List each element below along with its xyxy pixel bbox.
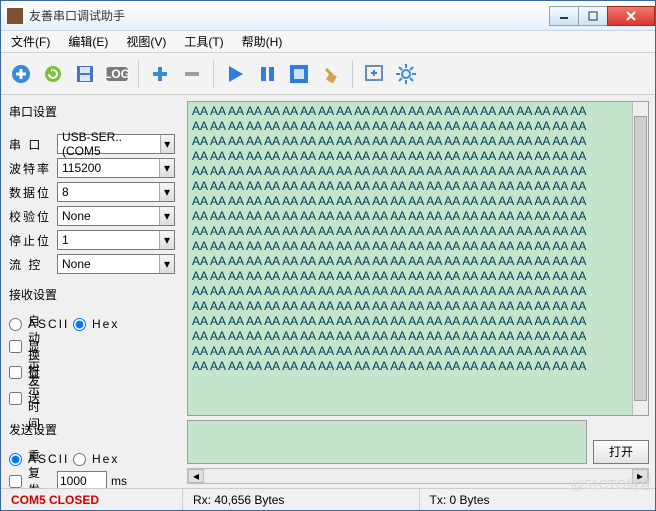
settings-icon[interactable] (392, 58, 420, 90)
maximize-button[interactable] (578, 6, 608, 26)
play-icon[interactable] (221, 58, 249, 90)
send-hex-radio[interactable]: Hex (73, 452, 117, 466)
port-combo[interactable]: USB-SER.. (COM5▾ (57, 134, 175, 154)
interval-spin[interactable]: 1000 (57, 471, 107, 488)
open-button[interactable]: 打开 (593, 440, 649, 464)
chevron-down-icon[interactable]: ▾ (159, 255, 174, 273)
stop-icon[interactable] (285, 58, 313, 90)
separator-icon (213, 60, 214, 88)
log-icon[interactable]: LOG (103, 58, 131, 90)
titlebar: 友善串口调试助手 (1, 1, 655, 31)
menu-view[interactable]: 视图(V) (120, 31, 172, 52)
watermark: @51CTO博客 (571, 474, 652, 493)
stopbits-label: 停止位 (9, 232, 53, 249)
refresh-icon[interactable] (39, 58, 67, 90)
minimize-button[interactable] (549, 6, 579, 26)
databits-label: 数据位 (9, 184, 53, 201)
chevron-down-icon[interactable]: ▾ (159, 231, 174, 249)
separator-icon (352, 60, 353, 88)
flow-label: 流 控 (9, 256, 53, 273)
plus-icon[interactable] (146, 58, 174, 90)
window-buttons (550, 6, 655, 26)
parity-label: 校验位 (9, 208, 53, 225)
chevron-down-icon[interactable]: ▾ (159, 183, 174, 201)
stopbits-combo[interactable]: 1▾ (57, 230, 175, 250)
minus-icon[interactable] (178, 58, 206, 90)
chevron-down-icon[interactable]: ▾ (159, 159, 174, 177)
menu-file[interactable]: 文件(F) (5, 31, 56, 52)
app-icon (7, 8, 23, 24)
chevron-down-icon[interactable]: ▾ (160, 135, 174, 153)
menubar: 文件(F) 编辑(E) 视图(V) 工具(T) 帮助(H) (1, 31, 655, 53)
statusbar: COM5 CLOSED Rx: 40,656 Bytes Tx: 0 Bytes (1, 488, 655, 510)
baud-label: 波特率 (9, 160, 53, 177)
new-window-icon[interactable] (360, 58, 388, 90)
window-title: 友善串口调试助手 (29, 7, 550, 24)
menu-help[interactable]: 帮助(H) (236, 31, 289, 52)
vertical-scrollbar[interactable] (632, 102, 648, 415)
send-settings-title: 发送设置 (9, 421, 175, 438)
add-icon[interactable] (7, 58, 35, 90)
sidebar: 串口设置 串 口USB-SER.. (COM5▾ 波特率115200▾ 数据位8… (1, 95, 183, 488)
send-textarea[interactable] (187, 420, 587, 464)
scroll-left-icon[interactable]: ◂ (188, 469, 204, 483)
body: 串口设置 串 口USB-SER.. (COM5▾ 波特率115200▾ 数据位8… (1, 95, 655, 488)
main-area: AA AA AA AA AA AA AA AA AA AA AA AA AA A… (183, 95, 655, 488)
separator-icon (138, 60, 139, 88)
save-icon[interactable] (71, 58, 99, 90)
ms-label: ms (111, 474, 127, 488)
recv-settings-title: 接收设置 (9, 286, 175, 303)
port-label: 串 口 (9, 136, 53, 153)
repeat-check[interactable]: 重复发送 (9, 447, 53, 488)
rx-count: Rx: 40,656 Bytes (183, 489, 420, 510)
app-window: 友善串口调试助手 文件(F) 编辑(E) 视图(V) 工具(T) 帮助(H) L… (0, 0, 656, 511)
receive-textarea[interactable]: AA AA AA AA AA AA AA AA AA AA AA AA AA A… (187, 101, 649, 416)
clear-icon[interactable] (317, 58, 345, 90)
menu-edit[interactable]: 编辑(E) (62, 31, 114, 52)
baud-combo[interactable]: 115200▾ (57, 158, 175, 178)
flow-combo[interactable]: None▾ (57, 254, 175, 274)
chevron-down-icon[interactable]: ▾ (159, 207, 174, 225)
parity-combo[interactable]: None▾ (57, 206, 175, 226)
svg-text:LOG: LOG (105, 67, 129, 81)
toolbar: LOG (1, 53, 655, 95)
port-status: COM5 CLOSED (1, 489, 183, 510)
port-settings-title: 串口设置 (9, 103, 175, 120)
recv-hex-radio[interactable]: Hex (73, 317, 117, 331)
menu-tools[interactable]: 工具(T) (178, 31, 229, 52)
pause-icon[interactable] (253, 58, 281, 90)
close-button[interactable] (607, 6, 655, 26)
databits-combo[interactable]: 8▾ (57, 182, 175, 202)
